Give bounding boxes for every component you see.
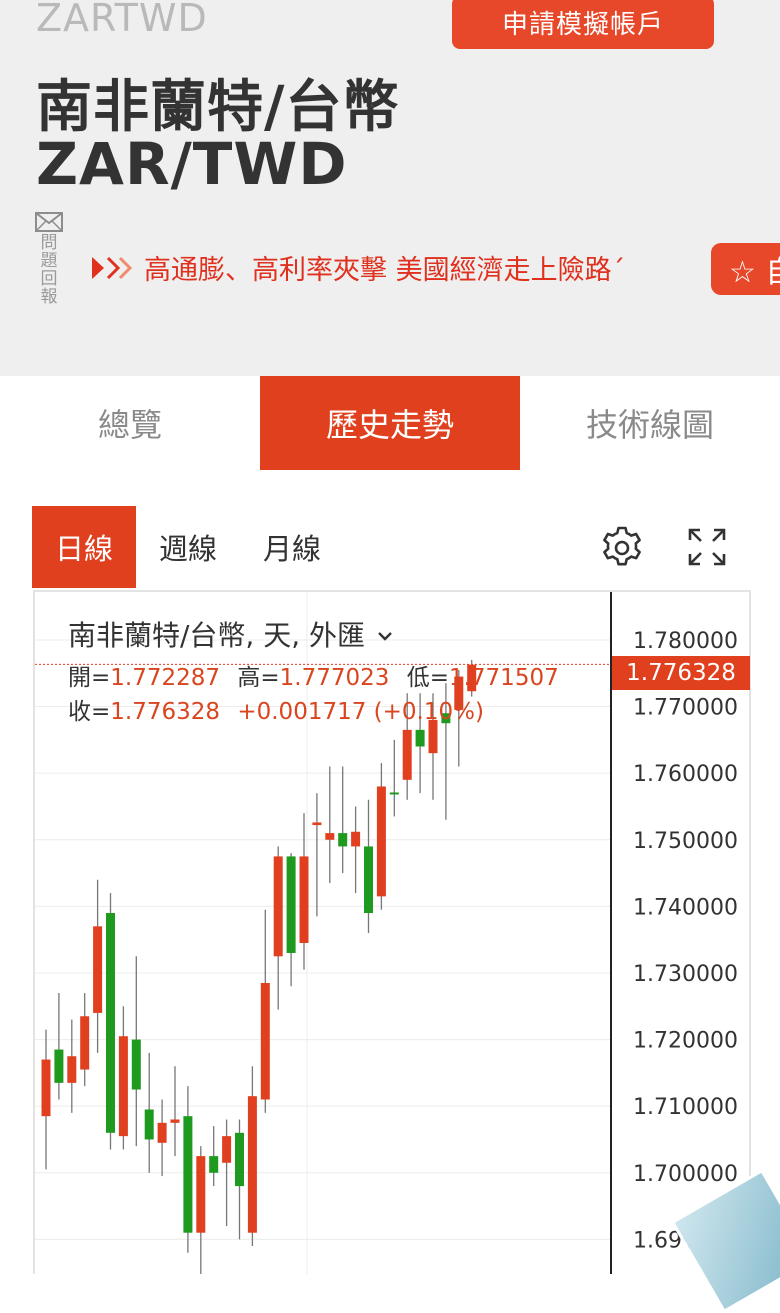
candle-body	[286, 856, 296, 953]
apply-demo-account-button[interactable]: 申請模擬帳戶	[452, 0, 714, 49]
ticker-headline[interactable]: 高通膨、高利率夾擊 美國經濟走上險路´	[144, 248, 625, 287]
y-tick-label: 1.700000	[633, 1162, 738, 1187]
expand-icon[interactable]	[686, 526, 728, 568]
news-ticker[interactable]: 高通膨、高利率夾擊 美國經濟走上險路´	[92, 248, 625, 287]
candle-body	[273, 856, 283, 957]
candle-body	[209, 1156, 219, 1173]
candle-body	[351, 831, 361, 847]
y-tick-label: 1.760000	[633, 762, 738, 787]
y-tick-label: 1.720000	[633, 1029, 738, 1054]
candle-body	[196, 1156, 206, 1233]
report-problem-button[interactable]: 問題回報	[34, 212, 64, 306]
open-label: 開=	[68, 665, 111, 691]
header: ZARTWD 申請模擬帳戶 南非蘭特/台幣 ZAR/TWD 問題回報 高通膨、高…	[0, 0, 780, 376]
candle-body	[93, 926, 103, 1013]
candle-body	[170, 1119, 180, 1123]
y-tick-label: 1.730000	[633, 962, 738, 987]
open-value: 1.772287	[110, 665, 221, 691]
candle-body	[183, 1116, 193, 1233]
candle-body	[389, 792, 399, 795]
ohlc-row-1: 開=1.772287 高=1.777023 低=1.771507	[68, 658, 559, 692]
candle-body	[312, 822, 322, 826]
tab-technical-chart[interactable]: 技術線圖	[520, 376, 780, 470]
candle-body	[80, 1016, 90, 1070]
report-label: 問題回報	[40, 233, 58, 307]
candle-body	[415, 729, 425, 747]
y-tick-label: 1.750000	[633, 829, 738, 854]
candle-body	[144, 1109, 154, 1140]
candle-body	[67, 1056, 77, 1083]
chevron-down-icon[interactable]	[376, 630, 394, 644]
chart-legend-title[interactable]: 南非蘭特/台幣, 天, 外匯	[68, 614, 394, 654]
candle-body	[54, 1049, 64, 1083]
y-tick-label: 1.770000	[633, 696, 738, 721]
candle-body	[157, 1122, 167, 1143]
close-label: 收=	[68, 699, 111, 725]
mail-icon	[35, 212, 63, 232]
candle-body	[247, 1096, 257, 1233]
tab-overview[interactable]: 總覽	[0, 376, 260, 470]
change-value: +0.001717 (+0.10%)	[237, 699, 484, 725]
main-tabs: 總覽 歷史走勢 技術線圖	[0, 376, 780, 470]
candle-body	[364, 846, 373, 914]
candle-body	[402, 729, 412, 780]
tab-weekly[interactable]: 週線	[136, 506, 240, 588]
candle-body	[41, 1059, 51, 1117]
period-tabs: 日線 週線 月線	[32, 506, 344, 588]
low-value: 1.771507	[448, 665, 559, 691]
candle-body	[325, 833, 335, 840]
ohlc-row-2: 收=1.776328 +0.001717 (+0.10%)	[68, 692, 484, 726]
y-tick-label: 1.740000	[633, 895, 738, 920]
instrument-name-en: ZAR/TWD	[36, 130, 348, 198]
candle-body	[222, 1136, 232, 1163]
y-tick-label: 1.710000	[633, 1095, 738, 1120]
close-value: 1.776328	[110, 699, 221, 725]
tab-monthly[interactable]: 月線	[240, 506, 344, 588]
high-label: 高=	[237, 665, 280, 691]
tab-history[interactable]: 歷史走勢	[260, 376, 520, 470]
candle-body	[235, 1132, 244, 1187]
candle-body	[376, 786, 386, 897]
candle-body	[299, 856, 309, 943]
candle-body	[118, 1036, 128, 1137]
current-price-tag: 1.776328	[612, 656, 750, 690]
add-favorite-button[interactable]: ☆ 自	[711, 243, 780, 295]
y-tick-label: 1.780000	[633, 629, 738, 654]
symbol-code: ZARTWD	[36, 0, 208, 40]
low-label: 低=	[406, 665, 449, 691]
gear-icon[interactable]	[598, 524, 646, 572]
chart-title: 南非蘭特/台幣, 天, 外匯	[68, 619, 366, 652]
triple-chevron-icon	[92, 255, 134, 281]
tab-daily[interactable]: 日線	[32, 506, 136, 588]
high-value: 1.777023	[279, 665, 390, 691]
candle-body	[106, 913, 115, 1133]
candle-body	[260, 982, 270, 1100]
candle-body	[338, 833, 348, 847]
candle-body	[131, 1039, 141, 1090]
